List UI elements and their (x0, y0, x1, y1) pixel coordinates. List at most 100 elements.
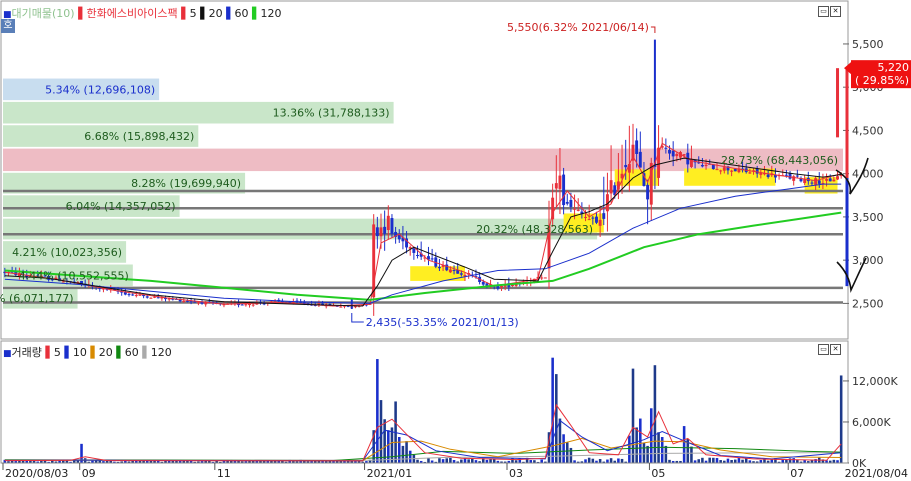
stock-chart[interactable]: 2,5003,0003,5004,0004,5005,0005,5000K6,0… (0, 0, 911, 481)
volume-bar (387, 430, 390, 463)
volume-panel-close-button[interactable]: ✕ (830, 344, 841, 355)
candle-body (193, 301, 197, 303)
candle-body (722, 167, 726, 171)
volume-bar (708, 457, 711, 463)
ma-label-120[interactable]: ▌120 (252, 7, 281, 20)
vol-ma-5[interactable]: ▌5 (45, 346, 60, 359)
vol-ma-10[interactable]: ▌10 (64, 346, 86, 359)
candle-body (635, 140, 639, 154)
x-axis-end-label: 2021/08/04 (845, 467, 908, 480)
x-axis-label: 2021/01 (367, 467, 413, 480)
candle-body (182, 300, 186, 302)
price-panel-close-button[interactable]: ✕ (830, 6, 841, 17)
candle-body (375, 227, 379, 237)
candle-body (554, 183, 558, 189)
stock-name[interactable]: 한화에스비아이스팩 (87, 7, 178, 20)
candle-body (540, 277, 544, 279)
ma-label-5[interactable]: ▌5 (181, 7, 196, 20)
volume-bar (606, 459, 609, 463)
candle-body (463, 274, 467, 277)
candle-body (500, 285, 503, 288)
candle-body (379, 227, 383, 237)
candle-body (814, 178, 818, 185)
price-panel-restore-button[interactable]: ▭ (818, 6, 829, 17)
last-price-change: ( 29.85%) (855, 74, 909, 87)
volume-panel-restore-button[interactable]: ▭ (818, 344, 829, 355)
price-y-tick-label: 2,500 (852, 297, 884, 310)
candle-body (704, 164, 708, 167)
volume-bar (401, 445, 405, 463)
volume-bar (635, 427, 638, 463)
candle-body (390, 218, 394, 234)
ma-swatch-5: ▌ (181, 7, 190, 20)
candle-body (748, 172, 752, 174)
candle-body (587, 219, 591, 221)
volume-bar (390, 427, 394, 463)
candle-body (825, 179, 829, 181)
volume-bar (540, 459, 543, 463)
volume-bar (737, 458, 741, 463)
volume-bar (598, 459, 602, 463)
x-axis-label: 2020/08/03 (5, 467, 68, 480)
volume-bar (562, 434, 565, 463)
candle-body (558, 175, 562, 189)
candle-body (598, 219, 602, 226)
volume-profile-label[interactable]: 대기매물(10) (12, 7, 75, 20)
candle-body (145, 296, 149, 298)
vol-ma-60[interactable]: ▌60 (116, 346, 138, 359)
volume-bar (383, 419, 386, 463)
candle-body (437, 266, 441, 269)
ma-label-20[interactable]: ▌20 (200, 7, 222, 20)
volume-profile-label: 6.04% (14,357,052) (66, 200, 176, 213)
volume-title[interactable]: 거래량 (12, 346, 42, 359)
volume-y-tick-label: 6,000K (852, 416, 891, 429)
volume-bar (664, 445, 668, 463)
candle-body (386, 215, 390, 231)
ma-label-60[interactable]: ▌60 (226, 7, 248, 20)
candle-body (591, 217, 595, 219)
candle-body (700, 165, 704, 167)
candle-body (149, 297, 153, 299)
candle-body (481, 281, 485, 285)
candle-body (452, 270, 456, 272)
candle-body (784, 174, 788, 176)
volume-bar (551, 357, 554, 463)
volume-bar (376, 359, 379, 463)
candle-body (251, 304, 255, 306)
volume-bar (445, 458, 449, 463)
last-candle (836, 68, 840, 138)
volume-bar (405, 441, 408, 463)
volume-bar (715, 457, 719, 463)
candle-body (584, 216, 587, 218)
volume-bar (642, 442, 646, 463)
ma-swatch-20: ▌ (200, 7, 209, 20)
volume-bar (697, 459, 701, 463)
candle-body (138, 294, 142, 296)
volume-bar (839, 375, 843, 463)
volume-bar (471, 458, 474, 463)
volume-profile-label: 4.21% (10,023,356) (12, 246, 122, 259)
corner-toggle-button[interactable]: 호 (1, 19, 15, 33)
volume-profile-label: 4.44% (10,552,555) (19, 269, 129, 282)
candle-body (412, 248, 416, 253)
vol-ma-120[interactable]: ▌120 (142, 346, 171, 359)
candle-body (196, 302, 200, 304)
volume-legend-symbol: ■ (3, 349, 12, 359)
volume-bar (460, 459, 463, 463)
candle-body (416, 255, 419, 257)
candle-body (715, 169, 719, 171)
volume-profile-label: 5.34% (12,696,108) (45, 83, 155, 96)
volume-bar (617, 458, 620, 463)
volume-bar (492, 459, 496, 463)
candle-body (671, 150, 675, 157)
candle-body (573, 208, 577, 210)
candle-body (730, 170, 734, 172)
candle-body (269, 301, 273, 303)
candle-body (430, 258, 434, 260)
volume-profile-label: 13.36% (31,788,133) (273, 107, 390, 120)
vol-ma-20[interactable]: ▌20 (90, 346, 112, 359)
candle-body (675, 153, 679, 157)
volume-bar (653, 365, 657, 463)
volume-bar (744, 458, 748, 463)
candle-body (189, 301, 193, 303)
